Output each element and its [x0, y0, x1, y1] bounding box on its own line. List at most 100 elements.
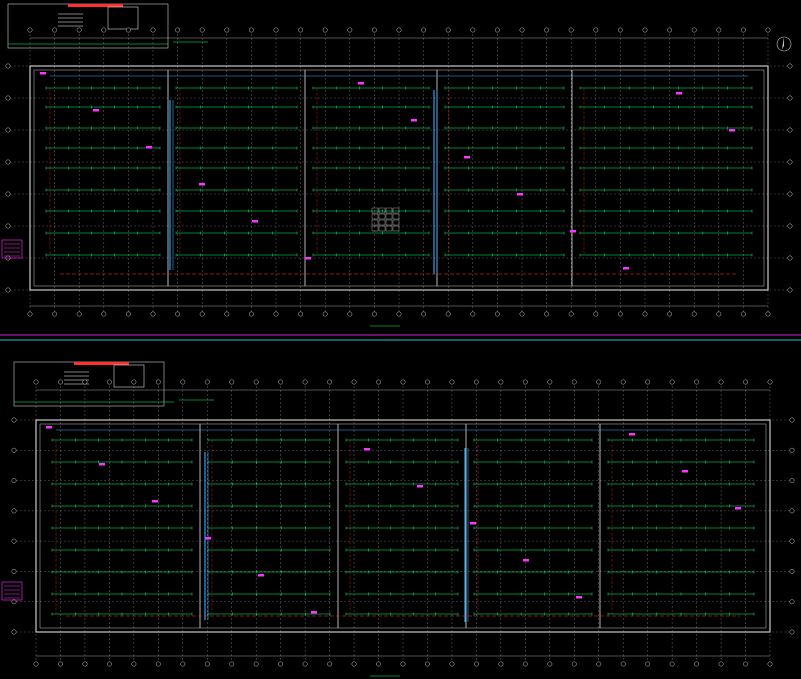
grid-bubble-top — [716, 27, 722, 33]
grid-bubble-bottom — [716, 311, 722, 317]
grid-bubble-top — [669, 379, 675, 385]
grid-bubble-top — [617, 27, 623, 33]
grid-bubble-bottom — [224, 311, 230, 317]
annotation-tag — [464, 156, 470, 159]
annotation-tag — [570, 230, 576, 233]
grid-bubble-top — [667, 27, 673, 33]
grid-bubble-right — [789, 568, 795, 574]
grid-bubble-bottom — [494, 311, 500, 317]
annotation-tag — [417, 485, 423, 488]
grid-bubble-top — [498, 379, 504, 385]
grid-bubble-top — [449, 379, 455, 385]
grid-bubble-bottom — [106, 661, 112, 667]
grid-bubble-bottom — [568, 311, 574, 317]
grid-bubble-bottom — [617, 311, 623, 317]
grid-bubble-bottom — [82, 661, 88, 667]
grid-bubble-right — [789, 447, 795, 453]
grid-bubble-top — [351, 379, 357, 385]
annotation-tag — [682, 470, 688, 473]
annotation-tag — [152, 500, 158, 503]
grid-bubble-left — [5, 223, 11, 229]
annotation-tag — [305, 257, 311, 260]
annotation-tag — [205, 537, 211, 540]
grid-bubble-bottom — [544, 311, 550, 317]
grid-bubble-bottom — [620, 661, 626, 667]
grid-bubble-bottom — [421, 311, 427, 317]
grid-bubble-top — [396, 27, 402, 33]
grid-bubble-bottom — [302, 661, 308, 667]
grid-bubble-bottom — [351, 661, 357, 667]
grid-bubble-top — [58, 379, 63, 385]
grid-bubble-bottom — [694, 661, 700, 667]
grid-bubble-bottom — [743, 661, 748, 667]
grid-bubble-bottom — [473, 661, 479, 667]
grid-bubble-bottom — [327, 661, 333, 667]
grid-bubble-top — [596, 379, 602, 385]
grid-bubble-top — [718, 379, 724, 385]
grid-bubble-right — [787, 191, 793, 197]
grid-bubble-bottom — [253, 661, 259, 667]
grid-bubble-left — [5, 95, 11, 101]
grid-bubble-bottom — [131, 661, 137, 667]
grid-bubble-right — [789, 538, 795, 544]
grid-bubble-bottom — [204, 661, 210, 667]
grid-bubble-bottom — [199, 311, 205, 317]
grid-bubble-left — [5, 287, 11, 293]
grid-bubble-bottom — [718, 661, 724, 667]
annotation-tag — [735, 507, 741, 510]
grid-bubble-left — [11, 538, 17, 544]
grid-bubble-top — [253, 379, 259, 385]
grid-bubble-bottom — [248, 311, 254, 317]
grid-bubble-left — [5, 191, 11, 197]
grid-bubble-bottom — [101, 311, 107, 317]
annotation-tag — [311, 611, 317, 614]
grid-bubble-bottom — [180, 661, 186, 667]
title-block-red-mark — [68, 4, 123, 7]
grid-bubble-top — [767, 379, 773, 385]
grid-bubble-bottom — [278, 661, 284, 667]
grid-bubble-bottom — [33, 661, 39, 667]
grid-bubble-right — [789, 417, 795, 423]
grid-bubble-bottom — [376, 661, 381, 667]
grid-bubble-bottom — [445, 311, 451, 317]
grid-bubble-top — [298, 27, 304, 33]
annotation-tag — [729, 129, 735, 132]
grid-bubble-bottom — [593, 311, 599, 317]
annotation-tag — [517, 193, 523, 196]
grid-bubble-top — [76, 27, 82, 33]
grid-bubble-left — [11, 417, 17, 423]
annotation-tag — [46, 426, 52, 429]
grid-bubble-top — [52, 27, 58, 33]
grid-bubble-right — [787, 287, 793, 293]
grid-bubble-top — [421, 27, 427, 33]
grid-bubble-top — [522, 379, 528, 385]
grid-bubble-right — [787, 223, 793, 229]
grid-bubble-right — [789, 599, 795, 605]
grid-bubble-top — [691, 27, 697, 33]
grid-bubble-right — [787, 255, 793, 261]
cad-drawing-canvas[interactable] — [0, 0, 801, 679]
annotation-tag — [99, 463, 105, 466]
grid-bubble-bottom — [273, 311, 279, 317]
grid-bubble-bottom — [322, 311, 328, 317]
annotation-tag — [40, 72, 46, 75]
grid-bubble-bottom — [425, 661, 430, 667]
grid-bubble-bottom — [498, 661, 504, 667]
grid-bubble-right — [787, 95, 793, 101]
grid-bubble-top — [199, 27, 205, 33]
grid-bubble-bottom — [767, 661, 773, 667]
grid-bubble-bottom — [175, 311, 181, 317]
grid-bubble-bottom — [571, 661, 577, 667]
annotation-tag — [411, 119, 417, 122]
grid-bubble-top — [371, 27, 377, 33]
grid-bubble-bottom — [740, 311, 746, 317]
grid-bubble-bottom — [52, 311, 58, 317]
grid-bubble-right — [787, 127, 793, 133]
grid-bubble-top — [593, 27, 599, 33]
grid-bubble-top — [568, 27, 574, 33]
grid-bubble-bottom — [155, 661, 161, 667]
grid-bubble-right — [789, 629, 795, 635]
grid-bubble-top — [519, 27, 525, 33]
grid-bubble-top — [302, 379, 308, 385]
grid-bubble-top — [547, 379, 553, 385]
